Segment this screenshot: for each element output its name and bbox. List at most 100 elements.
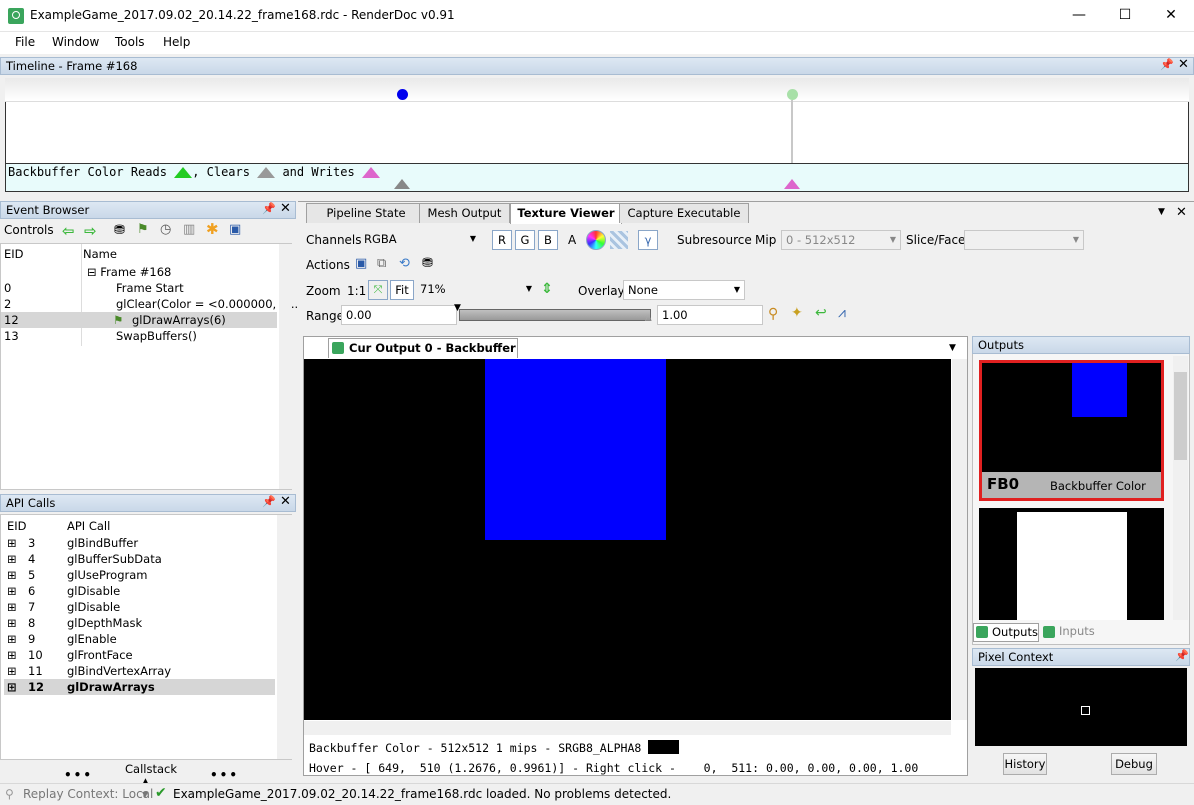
debug-button[interactable]: Debug [1111,753,1157,775]
col-call-header[interactable]: API Call [67,518,110,534]
find-binoculars-icon[interactable]: ⛃ [114,223,125,238]
api-row-selected[interactable]: ⊞ 12 glDrawArrays [4,679,275,695]
find-texture-icon[interactable]: ⛃ [422,256,433,271]
channel-b-toggle[interactable]: B [538,230,558,250]
event-marker-hover[interactable] [787,89,798,100]
channels-select[interactable]: RGBA ▼ [360,230,480,250]
range-max-handle-icon[interactable]: △ [645,313,652,323]
next-arrow-icon[interactable]: ⇨ [84,222,97,240]
slice-face-select[interactable]: ▼ [964,230,1084,250]
tab-pipeline-state[interactable]: Pipeline State [306,203,426,223]
gamma-toggle[interactable]: γ [638,230,658,250]
window-title: ExampleGame_2017.09.02_20.14.22_frame168… [30,8,455,22]
tab-capture-executable[interactable]: Capture Executable [619,203,749,223]
range-max-input[interactable]: 1.00 [657,305,763,325]
api-calls-list[interactable]: EID API Call ⊞ 3 glBindBuffer ⊞ 4 glBuffer… [0,514,292,760]
event-tree[interactable]: EID Name ⊟ Frame #168 0 Frame Start 2 glCl… [0,243,298,490]
pin-icon[interactable]: 📌 [1175,649,1189,662]
color-wheel-icon[interactable] [586,230,606,250]
open-texture-icon[interactable]: ⧉ [377,256,386,271]
close-icon[interactable]: ✕ [280,201,291,216]
close-button[interactable]: ✕ [1148,0,1194,30]
col-eid-header[interactable]: EID [4,246,24,262]
save-icon[interactable]: ▣ [229,222,241,237]
api-row[interactable]: ⊞ 4 glBufferSubData [7,551,275,567]
menu-window[interactable]: Window [52,35,99,49]
api-row[interactable]: ⊞ 5 glUseProgram [7,567,275,583]
event-marker-current[interactable] [397,89,408,100]
checkerboard-icon[interactable] [610,231,628,249]
minimize-button[interactable]: — [1056,0,1102,30]
menu-file[interactable]: File [15,35,35,49]
cur-output-tab[interactable]: Cur Output 0 - Backbuffer C... [328,338,518,358]
pin-icon[interactable]: 📌 [262,202,276,215]
reset-range-icon[interactable]: ↩ [815,305,827,321]
more-dots-icon[interactable]: ••• [64,768,93,782]
columns-icon[interactable]: ▥ [183,222,195,237]
tab-mesh-output[interactable]: Mesh Output [419,203,510,223]
save-texture-icon[interactable]: ▣ [355,256,367,271]
api-row[interactable]: ⊞ 8 glDepthMask [7,615,275,631]
pixel-color-swatch [648,740,679,754]
output-menu-chevron-icon[interactable]: ▼ [949,343,956,353]
api-row[interactable]: ⊞ 7 glDisable [7,599,275,615]
channel-g-toggle[interactable]: G [515,230,535,250]
channel-r-toggle[interactable]: R [492,230,512,250]
overlay-select[interactable]: None ▼ [623,280,745,300]
range-label: Range [306,309,345,323]
range-min-input[interactable]: 0.00 [341,305,457,325]
timer-icon[interactable]: ◷ [160,222,171,237]
menu-tools[interactable]: Tools [115,35,145,49]
event-scrollbar[interactable] [279,244,292,489]
event-row[interactable]: 0 Frame Start [4,280,278,296]
auto-fit-wand-icon[interactable]: ✦ [791,305,803,321]
mip-select[interactable]: 0 - 512x512 ▼ [781,230,901,250]
event-row[interactable]: 2 glClear(Color = <0.000000, 0... [4,296,298,312]
zoom-magnifier-icon[interactable]: ⚲ [768,306,778,322]
tab-texture-viewer[interactable]: Texture Viewer [510,203,622,224]
fit-button[interactable]: Fit [390,280,414,300]
pin-icon[interactable]: 📌 [262,495,276,508]
close-icon[interactable]: ✕ [1176,205,1187,220]
api-scrollbar[interactable] [277,515,292,759]
more-dots-icon[interactable]: ••• [210,768,239,782]
fb0-thumbnail-quad [1072,363,1127,417]
zoom-1to1-button[interactable]: 1:1 [347,284,366,298]
api-row[interactable]: ⊞ 9 glEnable [7,631,275,647]
close-icon[interactable]: ✕ [280,494,291,509]
callstack-label[interactable]: Callstack [125,762,177,776]
replay-context-label[interactable]: Replay Context: Local [23,787,153,801]
outputs-scroll-thumb[interactable] [1174,372,1187,460]
range-slider[interactable] [459,309,651,321]
replay-dropdown-icon[interactable]: ▼ [142,790,148,799]
histogram-icon[interactable]: ⩘ [838,305,846,321]
col-name-header[interactable]: Name [83,246,117,262]
horizontal-scrollbar[interactable] [304,721,951,735]
api-row[interactable]: ⊞ 10 glFrontFace [7,647,275,663]
api-row[interactable]: ⊞ 6 glDisable [7,583,275,599]
vertical-scrollbar[interactable] [952,359,967,720]
event-row[interactable]: 13 SwapBuffers() [4,328,278,344]
expand-star-icon[interactable]: ✱ [206,220,219,238]
event-row-selected[interactable]: 12 ⚑ glDrawArrays(6) [1,312,277,328]
clear-marker-icon[interactable] [394,179,410,189]
history-button[interactable]: History [1003,753,1047,775]
bookmark-flag-icon[interactable]: ⚑ [137,222,149,237]
channel-a-toggle[interactable]: A [568,233,576,247]
range-min-handle-icon[interactable]: ▼ [454,303,461,313]
close-icon[interactable]: ✕ [1178,57,1189,72]
tree-node-frame[interactable]: ⊟ Frame #168 [87,264,171,280]
flip-icon[interactable]: ⇕ [541,281,553,297]
api-row[interactable]: ⊞ 11 glBindVertexArray [7,663,275,679]
tab-menu-chevron-icon[interactable]: ▼ [1158,207,1165,217]
pin-icon[interactable]: 📌 [1160,58,1174,71]
prev-arrow-icon[interactable]: ⇦ [62,222,75,240]
api-row[interactable]: ⊞ 3 glBindBuffer [7,535,275,551]
menu-help[interactable]: Help [163,35,190,49]
fit-arrows-icon[interactable]: ⤧ [368,280,388,300]
maximize-button[interactable]: ☐ [1102,0,1148,30]
zoom-select[interactable]: 71% ▼ [416,280,536,300]
write-marker-icon[interactable] [784,179,800,189]
col-eid-header[interactable]: EID [7,518,27,534]
view-texture-icon[interactable]: ⟲ [399,256,410,271]
